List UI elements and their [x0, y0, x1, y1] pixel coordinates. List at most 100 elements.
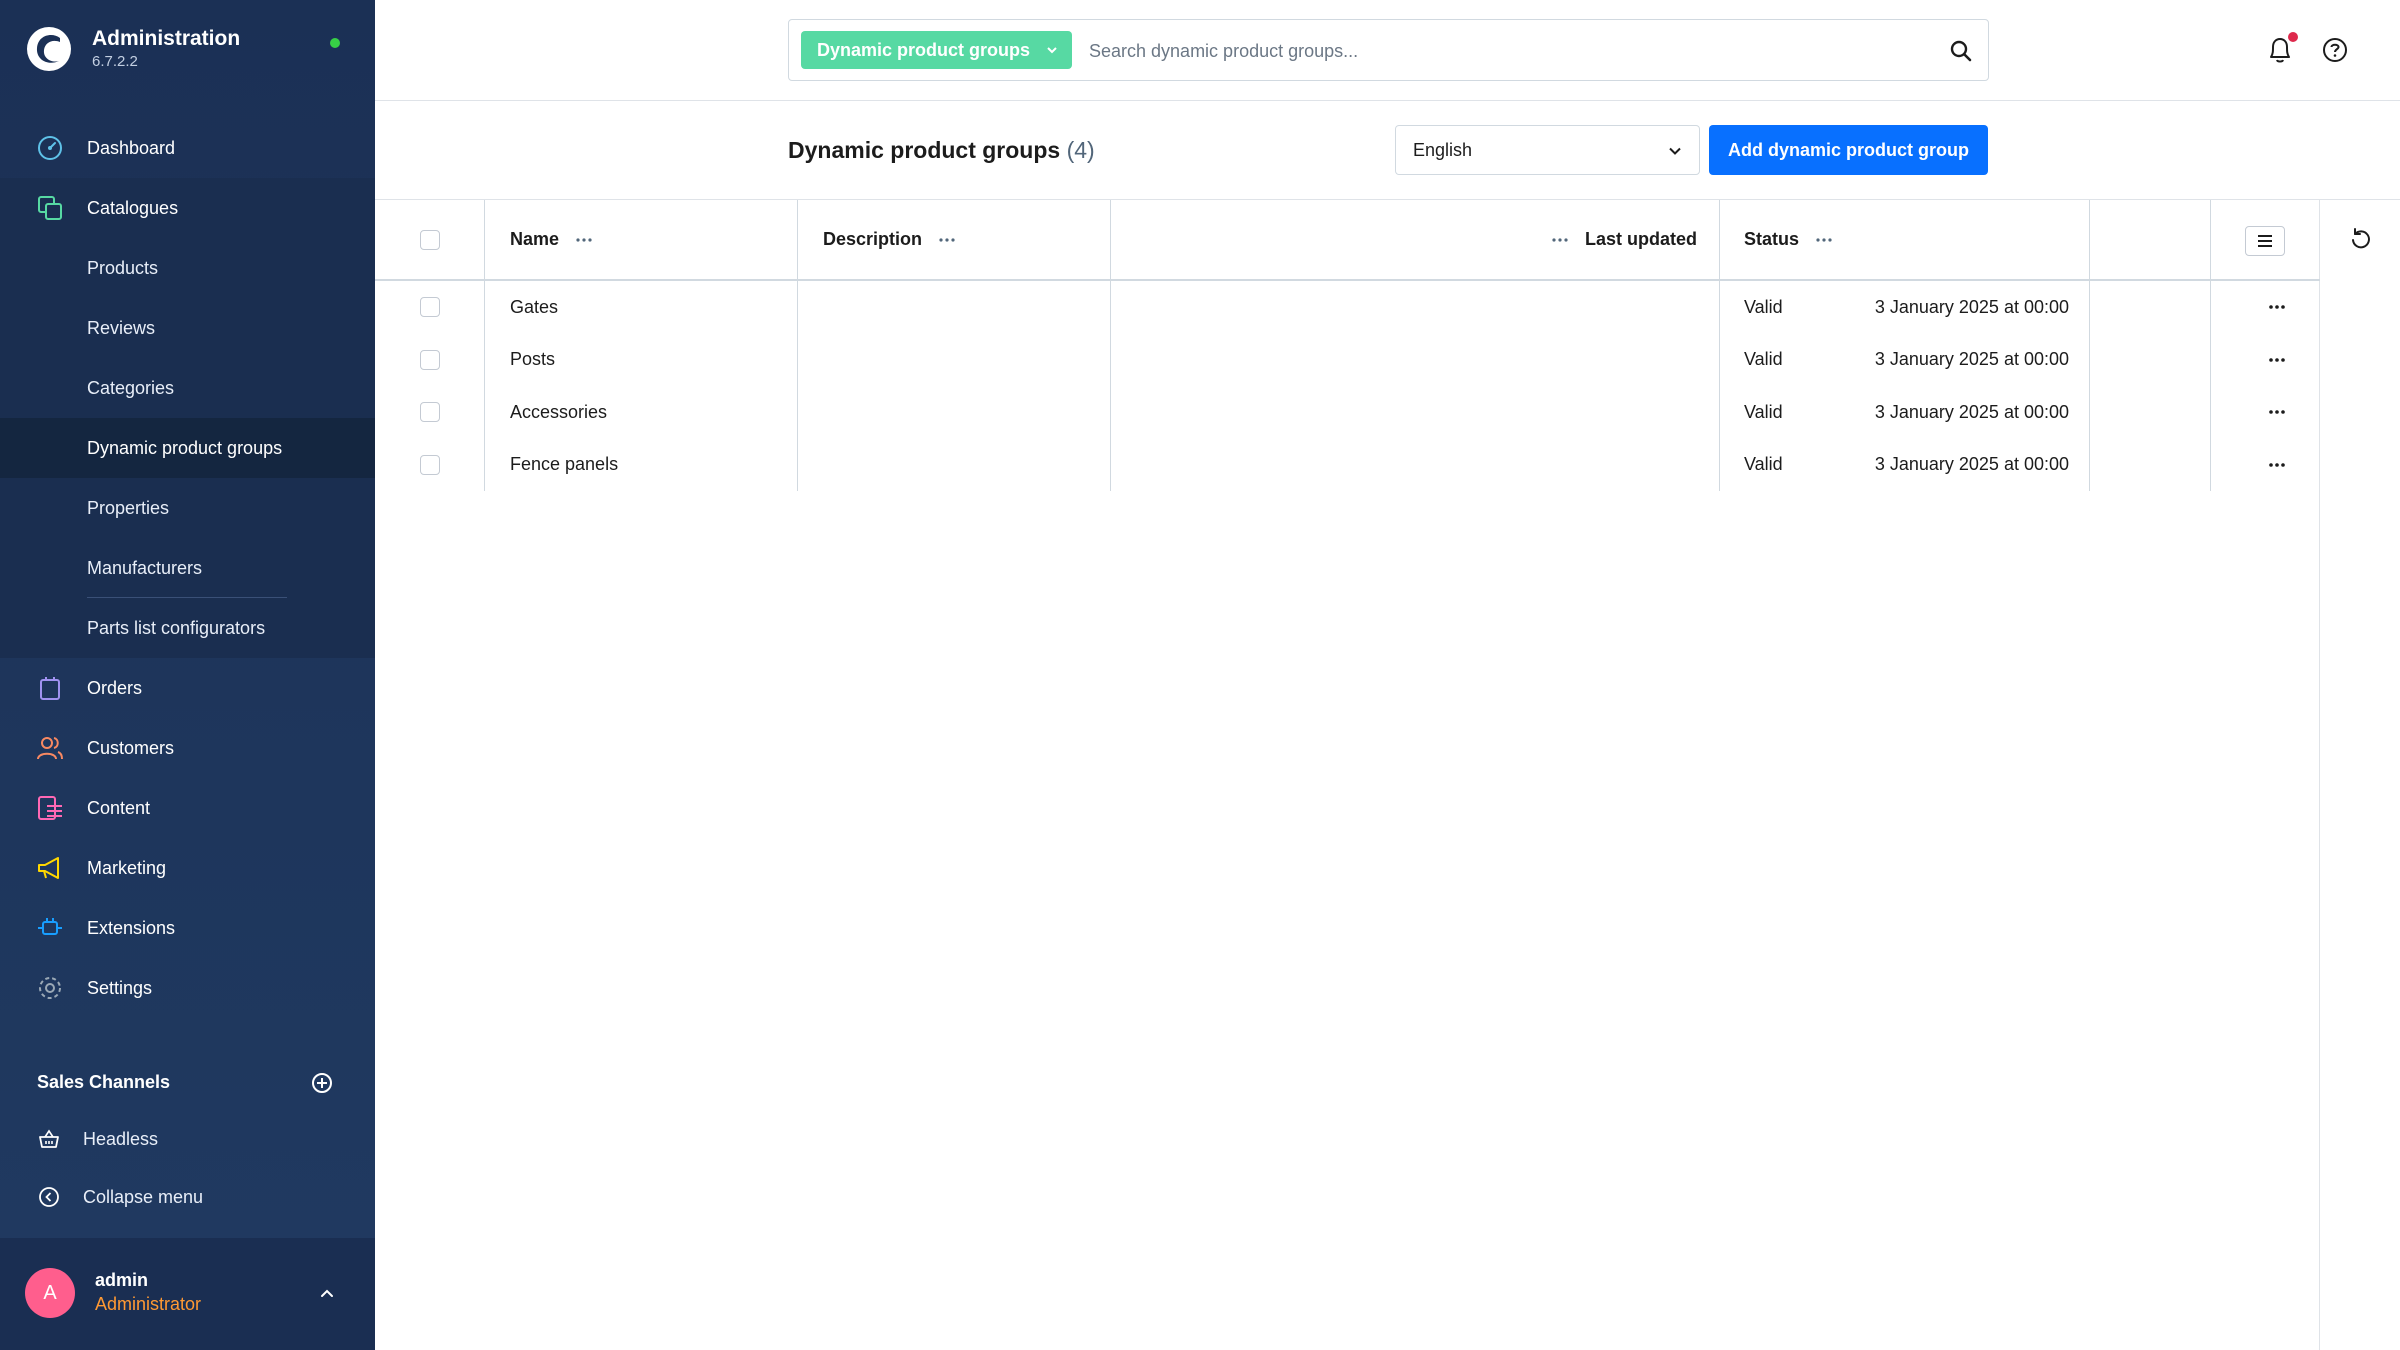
- top-bar: Dynamic product groups: [375, 0, 2400, 101]
- online-status-dot: [330, 38, 340, 48]
- column-options-icon[interactable]: [1549, 232, 1571, 248]
- menu-lines-icon: [2258, 235, 2272, 247]
- row-checkbox[interactable]: [420, 297, 440, 318]
- search-type-dropdown[interactable]: Dynamic product groups: [801, 31, 1073, 69]
- sidebar-item-orders[interactable]: Orders: [0, 658, 375, 718]
- chevron-up-icon[interactable]: [316, 1282, 338, 1304]
- sidebar-item-label: Marketing: [87, 857, 167, 878]
- cell-status: Valid: [1744, 401, 1783, 422]
- sidebar-item-content[interactable]: Content: [0, 778, 375, 838]
- marketing-icon: [38, 857, 59, 879]
- search-input[interactable]: [1089, 34, 1909, 68]
- sidebar-item-customers[interactable]: Customers: [0, 718, 375, 778]
- sidebar-item-label: Content: [87, 797, 151, 818]
- search-icon[interactable]: [1947, 37, 1975, 65]
- sidebar-item-label: Catalogues: [87, 197, 179, 218]
- orders-icon: [40, 677, 60, 700]
- grid-settings-button[interactable]: [2245, 226, 2285, 256]
- sidebar-subitem-categories[interactable]: Categories: [0, 358, 375, 418]
- settings-icon: [39, 977, 61, 999]
- chevron-down-icon: [1047, 47, 1057, 54]
- row-actions-icon[interactable]: [2264, 402, 2290, 422]
- search-type-label: Dynamic product groups: [817, 40, 1031, 60]
- sales-channel-label: Headless: [83, 1128, 159, 1149]
- sidebar-item-label: Customers: [87, 737, 175, 758]
- table-row[interactable]: Accessories 3 January 2025 at 00:00 Vali…: [375, 386, 2320, 439]
- sidebar-item-label: Orders: [87, 677, 143, 698]
- user-name: admin: [95, 1270, 149, 1290]
- user-role: Administrator: [95, 1294, 202, 1314]
- cell-last-updated: 3 January 2025 at 00:00: [1874, 349, 2069, 370]
- sidebar-subitem-reviews[interactable]: Reviews: [0, 298, 375, 358]
- sidebar-subitem-properties[interactable]: Properties: [0, 478, 375, 538]
- column-header-description[interactable]: Description: [823, 200, 958, 279]
- page-header: Dynamic product groups (4) English Add d…: [375, 101, 2400, 200]
- catalogues-icon: [38, 196, 62, 220]
- dashboard-icon: [38, 136, 62, 160]
- app-title: Administration: [92, 27, 241, 50]
- sidebar-item-marketing[interactable]: Marketing: [0, 838, 375, 898]
- customers-icon: [37, 737, 63, 760]
- cell-name[interactable]: Posts: [510, 334, 555, 387]
- cell-name[interactable]: Fence panels: [510, 439, 618, 492]
- language-select[interactable]: English: [1395, 125, 1700, 175]
- add-dynamic-product-group-button[interactable]: Add dynamic product group: [1709, 125, 1988, 175]
- column-header-name[interactable]: Name: [510, 200, 595, 279]
- row-checkbox[interactable]: [420, 454, 440, 475]
- row-actions-icon[interactable]: [2264, 297, 2290, 317]
- app-version: 6.7.2.2: [92, 53, 138, 70]
- sidebar-item-dashboard[interactable]: Dashboard: [0, 118, 375, 178]
- table-row[interactable]: Posts 3 January 2025 at 00:00 Valid: [375, 334, 2320, 387]
- main-navigation: Dashboard Catalogues Products Reviews Ca…: [0, 118, 375, 1018]
- sidebar-subitem-parts-list-configurators[interactable]: Parts list configurators: [0, 598, 375, 658]
- global-search: Dynamic product groups: [788, 19, 1989, 81]
- catalogues-submenu: Products Reviews Categories Dynamic prod…: [0, 238, 375, 658]
- sidebar-item-extensions[interactable]: Extensions: [0, 898, 375, 958]
- select-all-checkbox[interactable]: [420, 229, 440, 250]
- brand: Administration 6.7.2.2: [26, 26, 240, 72]
- column-header-last-updated[interactable]: Last updated: [1549, 200, 1697, 279]
- sidebar-item-label: Settings: [87, 977, 153, 998]
- page-title-count: (4): [1066, 137, 1095, 163]
- sidebar-item-settings[interactable]: Settings: [0, 958, 375, 1018]
- sidebar-subitem-manufacturers[interactable]: Manufacturers: [0, 538, 375, 598]
- sidebar-item-label: Extensions: [87, 917, 176, 938]
- data-grid: Name Description Last updated Status Gat…: [375, 200, 2320, 491]
- sales-channels-title: Sales Channels: [37, 1072, 171, 1092]
- row-actions-icon[interactable]: [2264, 350, 2290, 370]
- row-checkbox[interactable]: [420, 349, 440, 370]
- grid-header: Name Description Last updated Status: [375, 200, 2320, 281]
- row-checkbox[interactable]: [420, 402, 440, 423]
- user-menu[interactable]: A admin Administrator: [0, 1238, 375, 1350]
- add-sales-channel-icon[interactable]: [311, 1072, 333, 1094]
- sidebar-subitem-dynamic-product-groups[interactable]: Dynamic product groups: [0, 418, 375, 478]
- column-options-icon[interactable]: [936, 232, 958, 248]
- column-options-icon[interactable]: [573, 232, 595, 248]
- column-label: Description: [823, 229, 923, 249]
- help-icon[interactable]: [2321, 36, 2349, 64]
- sales-channel-headless[interactable]: Headless: [37, 1127, 158, 1151]
- row-actions-icon[interactable]: [2264, 455, 2290, 475]
- collapse-menu-button[interactable]: Collapse menu: [37, 1185, 203, 1209]
- avatar: A: [25, 1268, 75, 1318]
- cell-status: Valid: [1744, 349, 1783, 370]
- column-label: Last updated: [1585, 229, 1698, 249]
- basket-icon: [39, 1129, 59, 1148]
- chevron-down-icon: [1669, 147, 1681, 155]
- cell-last-updated: 3 January 2025 at 00:00: [1874, 296, 2069, 317]
- cell-name[interactable]: Accessories: [510, 386, 607, 439]
- language-value: English: [1413, 140, 1473, 160]
- column-options-icon[interactable]: [1813, 232, 1835, 248]
- sidebar-item-catalogues[interactable]: Catalogues: [0, 178, 375, 238]
- sidebar: Administration 6.7.2.2 Dashboard Catalog…: [0, 0, 375, 1350]
- content-icon: [38, 796, 62, 820]
- column-header-status[interactable]: Status: [1744, 200, 1835, 279]
- cell-last-updated: 3 January 2025 at 00:00: [1874, 454, 2069, 475]
- cell-last-updated: 3 January 2025 at 00:00: [1874, 401, 2069, 422]
- table-row[interactable]: Fence panels 3 January 2025 at 00:00 Val…: [375, 439, 2320, 492]
- cell-name[interactable]: Gates: [510, 281, 558, 334]
- table-row[interactable]: Gates 3 January 2025 at 00:00 Valid: [375, 281, 2320, 334]
- cell-status: Valid: [1744, 454, 1783, 475]
- sidebar-subitem-products[interactable]: Products: [0, 238, 375, 298]
- reset-icon[interactable]: [2348, 226, 2374, 252]
